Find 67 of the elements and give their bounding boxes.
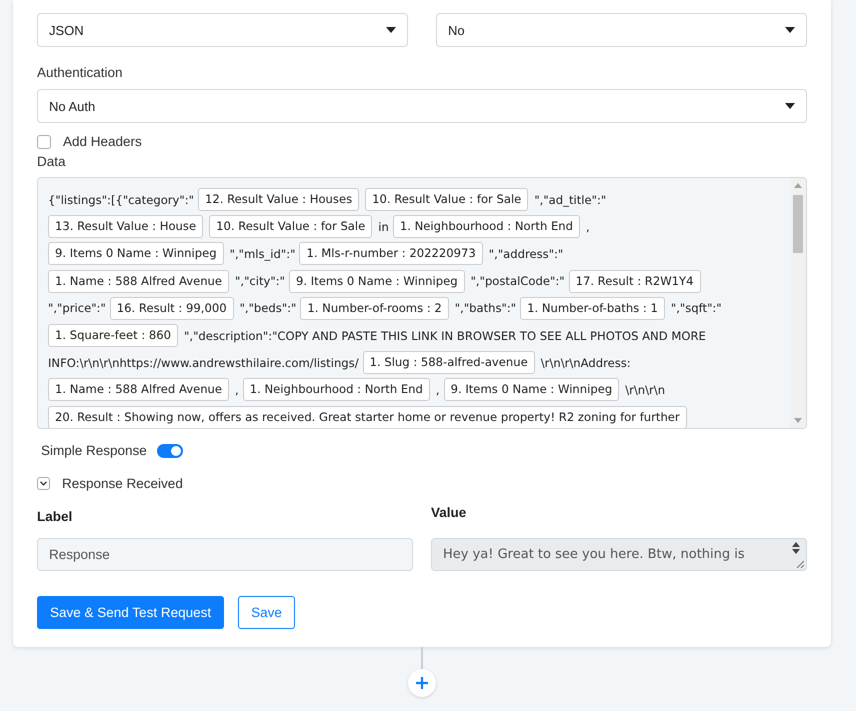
- checkbox[interactable]: [37, 134, 51, 148]
- field-label: Data: [37, 154, 67, 169]
- json-text: ","city":": [235, 274, 285, 288]
- variable-tag[interactable]: 1. Number-of-rooms : 2: [300, 296, 449, 320]
- scroll-up-arrow-icon[interactable]: [794, 183, 802, 188]
- json-text: ","baths":": [454, 301, 516, 316]
- variable-tag[interactable]: 1. Neighbourhood : North End: [392, 215, 580, 238]
- resize-grip-icon[interactable]: [796, 560, 804, 568]
- variable-tag[interactable]: 13. Result Value : House: [48, 215, 204, 238]
- dropdown[interactable]: JSON: [37, 13, 408, 47]
- chevron-down-icon: [40, 481, 47, 486]
- scrollbar[interactable]: [790, 178, 806, 428]
- data-editor[interactable]: [37, 177, 807, 429]
- caret-icon: [785, 103, 795, 109]
- json-text: ","mls_id":": [230, 246, 296, 261]
- json-text: ","price":": [48, 301, 106, 316]
- scroll-down-arrow-icon[interactable]: [794, 418, 802, 423]
- json-text: ","sqft":": [670, 301, 722, 316]
- column-header: Label: [37, 509, 74, 524]
- json-text: ","beds":": [240, 301, 296, 316]
- json-text: ","postalCode":": [470, 274, 565, 288]
- variable-tag[interactable]: 1. Slug : 588-alfred-avenue: [362, 351, 535, 374]
- json-text: \r\n\r\n: [625, 382, 666, 397]
- variable-tag[interactable]: 10. Result Value : for Sale: [209, 215, 372, 238]
- variable-tag[interactable]: 1. Square-feet : 860: [48, 324, 178, 348]
- label-input[interactable]: Response: [37, 538, 413, 571]
- variable-tag[interactable]: 20. Result : Showing now, offers as received. Great starter home or revenue property! R2 zoning for further: [48, 406, 687, 428]
- json-text: INFO:\r\n\r\nhttps://www.andrewsthilaire.com/listings/: [48, 356, 359, 370]
- spinner-arrows-icon[interactable]: [792, 542, 800, 554]
- checkbox-label: Add Headers: [63, 134, 142, 149]
- column-header: Value: [431, 505, 468, 522]
- json-text: ","address":": [488, 246, 564, 261]
- json-text: ,: [436, 382, 440, 397]
- caret-icon: [785, 27, 795, 33]
- variable-tag[interactable]: 1. Number-of-baths : 1: [520, 296, 665, 320]
- variable-tag[interactable]: 16. Result : 99,000: [110, 296, 234, 320]
- section-label: Response Received: [62, 476, 183, 491]
- variable-tag[interactable]: 10. Result Value : for Sale: [365, 188, 528, 212]
- variable-tag[interactable]: 1. Name : 588 Alfred Avenue: [48, 378, 230, 402]
- dropdown[interactable]: No: [436, 13, 807, 47]
- variable-tag[interactable]: 9. Items 0 Name : Winnipeg: [288, 270, 465, 293]
- toggle-switch[interactable]: [156, 444, 183, 458]
- json-text: ","ad_title":": [534, 192, 606, 207]
- scrollbar-thumb[interactable]: [793, 195, 803, 253]
- variable-tag[interactable]: 9. Items 0 Name : Winnipeg: [444, 378, 620, 402]
- json-text: in: [378, 220, 389, 234]
- variable-tag[interactable]: 1. Mls-r-number : 202220973: [299, 242, 483, 266]
- send-button[interactable]: Save & Send Test Request: [37, 596, 224, 629]
- add-step-button[interactable]: [408, 669, 436, 697]
- variable-tag[interactable]: 9. Items 0 Name : Winnipeg: [48, 242, 224, 266]
- json-text: ","description":"COPY AND PASTE THIS LINK IN BROWSER TO SEE ALL PHOTOS AND MORE: [184, 328, 706, 343]
- field-label: Authentication: [37, 65, 124, 80]
- json-text: \r\n\r\nAddress:: [540, 356, 631, 370]
- plus-icon: [416, 677, 428, 689]
- value-textarea[interactable]: Hey ya! Great to see you here. Btw, nothing is: [431, 538, 807, 571]
- caret-icon: [386, 27, 396, 33]
- save-button[interactable]: Save: [238, 596, 295, 629]
- json-text: {"listings":[{"category":": [48, 192, 194, 207]
- toggle-label: Simple Response: [41, 443, 147, 458]
- json-text: ,: [586, 220, 590, 234]
- variable-tag[interactable]: 1. Neighbourhood : North End: [242, 378, 430, 402]
- variable-tag[interactable]: 12. Result Value : Houses: [198, 188, 360, 212]
- collapse-toggle[interactable]: [37, 477, 50, 490]
- variable-tag[interactable]: 1. Name : 588 Alfred Avenue: [48, 270, 230, 293]
- json-text: ,: [235, 382, 239, 397]
- variable-tag[interactable]: 17. Result : R2W1Y4: [568, 270, 701, 293]
- dropdown[interactable]: No Auth: [37, 89, 807, 123]
